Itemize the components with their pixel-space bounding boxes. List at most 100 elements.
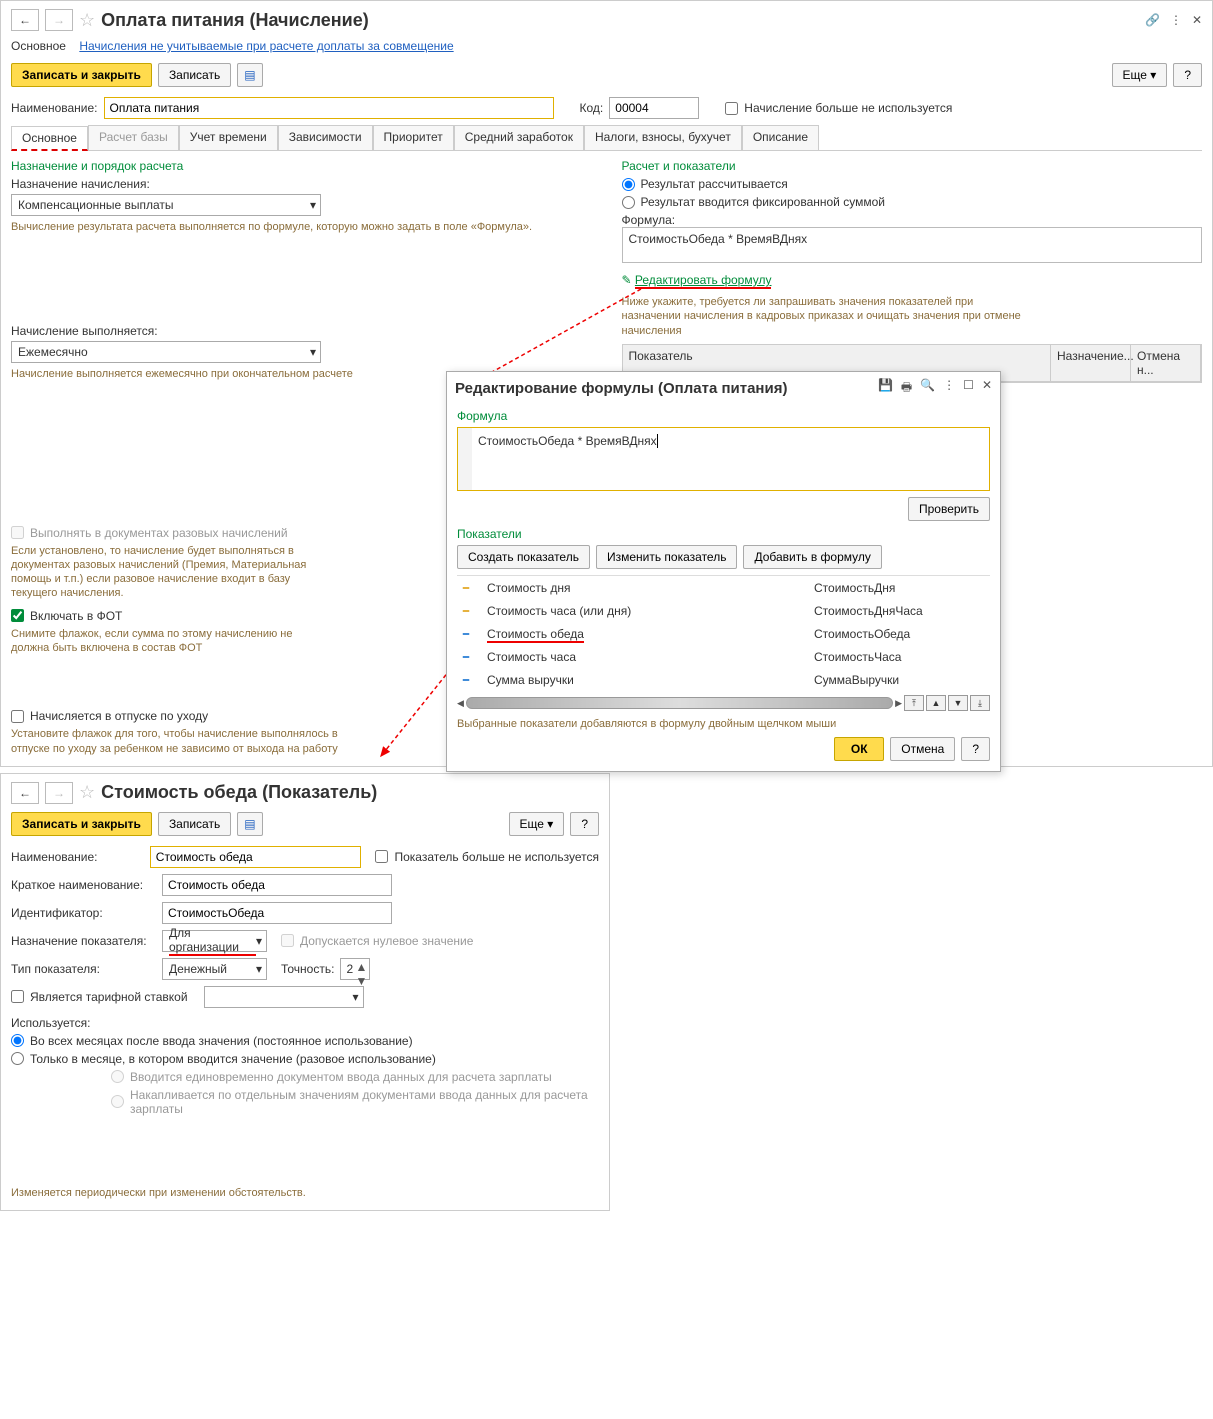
indicators-list[interactable]: ⎯Стоимость дняСтоимостьДня ⎯Стоимость ча… <box>457 575 990 691</box>
usage-once-radio[interactable] <box>11 1052 24 1065</box>
edit-formula-link[interactable]: Редактировать формулу <box>635 273 772 289</box>
save-close-button[interactable]: Записать и закрыть <box>11 812 152 836</box>
name-input[interactable] <box>104 97 554 119</box>
tab-main[interactable]: Основное <box>11 126 88 151</box>
scroll-down-button[interactable]: ▼ <box>948 695 968 711</box>
code-input[interactable] <box>609 97 699 119</box>
ident-label: Идентификатор: <box>11 906 156 920</box>
close-icon[interactable]: ✕ <box>1192 13 1202 27</box>
save-button[interactable]: Записать <box>158 63 231 87</box>
purpose-select[interactable]: Компенсационные выплаты▾ <box>11 194 321 216</box>
menu-icon[interactable]: ⋮ <box>1170 13 1182 27</box>
ind-not-used-checkbox[interactable] <box>375 850 388 863</box>
sub-nav-main[interactable]: Основное <box>11 39 66 53</box>
star-icon[interactable]: ☆ <box>79 782 95 803</box>
hint-leave: Установите флажок для того, чтобы начисл… <box>11 727 361 756</box>
tab-priority[interactable]: Приоритет <box>373 125 454 150</box>
hint-once: Если установлено, то начисление будет вы… <box>11 544 331 601</box>
usage-sub2-label: Накапливается по отдельным значениям док… <box>130 1088 599 1116</box>
once-label: Выполнять в документах разовых начислени… <box>30 526 288 540</box>
leave-label: Начисляется в отпуске по уходу <box>30 709 208 723</box>
sec-calc: Расчет и показатели <box>622 159 1203 173</box>
chevron-down-icon: ▾ <box>353 990 359 1004</box>
formula-textarea[interactable]: СтоимостьОбеда * ВремяВДнях​ <box>457 427 990 491</box>
link-icon[interactable]: 🔗 <box>1145 13 1160 27</box>
tab-tax[interactable]: Налоги, взносы, бухучет <box>584 125 742 150</box>
spin-up-icon[interactable]: ▲ <box>356 960 368 974</box>
scroll-end-button[interactable]: ⤓ <box>970 695 990 711</box>
scroll-up-button[interactable]: ▲ <box>926 695 946 711</box>
list-scrollbar[interactable]: ◀ ▶ ⤒ ▲ ▼ ⤓ <box>457 695 990 711</box>
list-button[interactable]: ▤ <box>237 63 262 87</box>
print-icon[interactable]: 🖶 <box>901 378 912 399</box>
result-fixed-label: Результат вводится фиксированной суммой <box>641 195 885 209</box>
edit-indicator-button[interactable]: Изменить показатель <box>596 545 738 569</box>
accrual-window: ← → ☆ Оплата питания (Начисление) 🔗 ⋮ ✕ … <box>0 0 1213 767</box>
not-used-checkbox[interactable] <box>725 102 738 115</box>
indicator-title-bar: ← → ☆ Стоимость обеда (Показатель) <box>11 782 599 804</box>
ind-name-input[interactable] <box>150 846 362 868</box>
help-button[interactable]: ? <box>1173 63 1202 87</box>
nav-back-button[interactable]: ← <box>11 782 39 804</box>
more-button[interactable]: Еще ▾ <box>1112 63 1168 87</box>
fot-checkbox[interactable] <box>11 609 24 622</box>
exec-select[interactable]: Ежемесячно▾ <box>11 341 321 363</box>
help-button[interactable]: ? <box>570 812 599 836</box>
tariff-select[interactable]: ▾ <box>204 986 364 1008</box>
short-label: Краткое наименование: <box>11 878 156 892</box>
purpose-label: Назначение показателя: <box>11 934 156 948</box>
star-icon[interactable]: ☆ <box>79 10 95 31</box>
tariff-checkbox[interactable] <box>11 990 24 1003</box>
precision-input[interactable]: 2 ▲▼ <box>340 958 370 980</box>
nav-back-button[interactable]: ← <box>11 9 39 31</box>
result-calc-radio[interactable] <box>622 178 635 191</box>
purpose-label: Назначение начисления: <box>11 177 592 191</box>
code-label: Код: <box>580 101 604 115</box>
th-cancel[interactable]: Отмена н... <box>1131 345 1201 381</box>
formula-label: Формула: <box>622 213 1203 227</box>
ok-button[interactable]: ОК <box>834 737 884 761</box>
help-button[interactable]: ? <box>961 737 990 761</box>
maximize-icon[interactable]: ☐ <box>963 378 974 399</box>
more-button[interactable]: Еще ▾ <box>509 812 565 836</box>
save-button[interactable]: Записать <box>158 812 231 836</box>
leave-checkbox[interactable] <box>11 710 24 723</box>
spin-down-icon[interactable]: ▼ <box>356 974 368 988</box>
short-input[interactable] <box>162 874 392 896</box>
name-row: Наименование: Код: Начисление больше не … <box>11 97 1202 119</box>
zero-label: Допускается нулевое значение <box>300 934 473 948</box>
ind-name-label: Наименование: <box>11 850 144 864</box>
type-select[interactable]: Денежный▾ <box>162 958 267 980</box>
list-button[interactable]: ▤ <box>237 812 262 836</box>
usage-sub1-radio <box>111 1070 124 1083</box>
menu-icon[interactable]: ⋮ <box>943 378 955 399</box>
tab-base[interactable]: Расчет базы <box>88 125 179 150</box>
tab-deps[interactable]: Зависимости <box>278 125 373 150</box>
purpose-select[interactable]: Для организации▾ <box>162 930 267 952</box>
th-purpose[interactable]: Назначение... <box>1051 345 1131 381</box>
preview-icon[interactable]: 🔍 <box>920 378 935 399</box>
tab-time[interactable]: Учет времени <box>179 125 278 150</box>
formula-display: СтоимостьОбеда * ВремяВДнях <box>622 227 1203 263</box>
check-button[interactable]: Проверить <box>908 497 990 521</box>
title-bar: ← → ☆ Оплата питания (Начисление) 🔗 ⋮ ✕ <box>11 9 1202 31</box>
pencil-icon: ✎ <box>622 273 632 287</box>
tab-desc[interactable]: Описание <box>742 125 819 150</box>
indicator-row: ⎯Стоимость часа (или дня)СтоимостьДняЧас… <box>457 599 990 622</box>
add-to-formula-button[interactable]: Добавить в формулу <box>743 545 881 569</box>
tab-avg[interactable]: Средний заработок <box>454 125 584 150</box>
chevron-down-icon: ▾ <box>310 345 316 359</box>
nav-forward-button[interactable]: → <box>45 9 73 31</box>
create-indicator-button[interactable]: Создать показатель <box>457 545 590 569</box>
save-close-button[interactable]: Записать и закрыть <box>11 63 152 87</box>
nav-forward-button[interactable]: → <box>45 782 73 804</box>
usage-all-radio[interactable] <box>11 1034 24 1047</box>
scroll-home-button[interactable]: ⤒ <box>904 695 924 711</box>
result-fixed-radio[interactable] <box>622 196 635 209</box>
ident-input[interactable] <box>162 902 392 924</box>
sub-nav-link[interactable]: Начисления не учитываемые при расчете до… <box>79 39 453 53</box>
zero-checkbox <box>281 934 294 947</box>
close-icon[interactable]: ✕ <box>982 378 992 399</box>
cancel-button[interactable]: Отмена <box>890 737 955 761</box>
save-icon[interactable]: 💾 <box>878 378 893 399</box>
